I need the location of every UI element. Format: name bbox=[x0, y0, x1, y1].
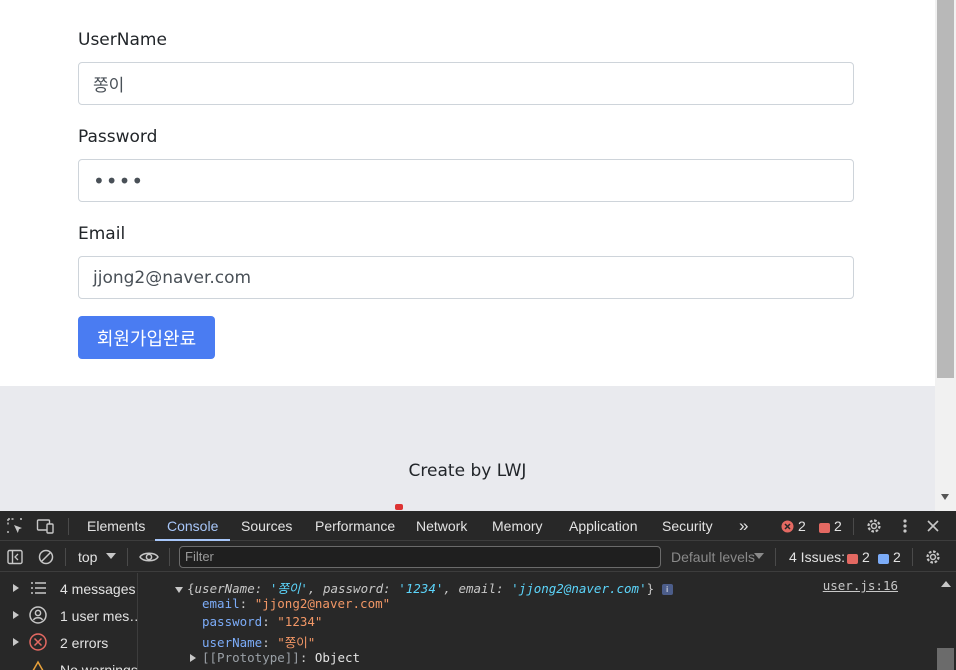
user-icon bbox=[29, 606, 47, 624]
tab-performance[interactable]: Performance bbox=[315, 511, 395, 541]
devtools-tab-bar: Elements Console Sources Performance Net… bbox=[0, 511, 956, 541]
device-toolbar-icon[interactable] bbox=[36, 517, 56, 535]
email-input[interactable]: jjong2@naver.com bbox=[78, 256, 854, 299]
page-footer: Create by LWJ bbox=[0, 386, 935, 511]
console-scrollbar-thumb[interactable] bbox=[937, 648, 954, 670]
console-prop-username[interactable]: userName: "쫑이" bbox=[202, 632, 315, 651]
expand-arrow-icon[interactable] bbox=[13, 611, 19, 619]
sidebar-item-label: 4 messages bbox=[60, 581, 136, 597]
console-toolbar: top Filter Default levels 4 Issues: 2 2 bbox=[0, 542, 956, 572]
email-label: Email bbox=[78, 224, 126, 244]
issues-info-count[interactable]: 2 bbox=[893, 542, 901, 572]
inspect-element-icon[interactable] bbox=[6, 517, 24, 535]
sidebar-item-label: No warnings bbox=[60, 662, 138, 670]
footer-icon bbox=[395, 504, 403, 510]
live-expression-eye-icon[interactable] bbox=[138, 548, 160, 566]
console-prop-password[interactable]: password: "1234" bbox=[202, 614, 322, 629]
issue-count[interactable]: 2 bbox=[834, 511, 842, 541]
console-prop-email[interactable]: email: "jjong2@naver.com" bbox=[202, 596, 390, 611]
page-scrollbar[interactable] bbox=[935, 0, 956, 511]
error-icon bbox=[29, 633, 47, 651]
tab-elements[interactable]: Elements bbox=[87, 511, 145, 541]
issue-badge-icon[interactable] bbox=[818, 521, 830, 533]
context-dropdown-icon[interactable] bbox=[106, 552, 116, 560]
tab-console[interactable]: Console bbox=[154, 511, 231, 541]
console-settings-gear-icon[interactable] bbox=[923, 547, 943, 567]
password-input[interactable]: •••• bbox=[78, 159, 854, 202]
footer-credit: Create by LWJ bbox=[408, 461, 527, 481]
console-output: {userName: '쫑이', password: '1234', email… bbox=[139, 573, 936, 670]
levels-chevron-down-icon[interactable] bbox=[754, 552, 764, 560]
tab-memory[interactable]: Memory bbox=[492, 511, 543, 541]
tab-security[interactable]: Security bbox=[662, 511, 713, 541]
sidebar-item-label: 1 user mes… bbox=[60, 608, 138, 624]
web-page: UserName 쫑이 Password •••• Email jjong2@n… bbox=[0, 0, 935, 511]
list-icon bbox=[29, 579, 47, 597]
log-levels-dropdown[interactable]: Default levels bbox=[671, 542, 755, 572]
tab-network[interactable]: Network bbox=[416, 511, 467, 541]
console-filter-input[interactable]: Filter bbox=[179, 546, 661, 568]
console-scrollbar[interactable] bbox=[936, 573, 956, 670]
expand-arrow-icon[interactable] bbox=[13, 638, 19, 646]
sidebar-toggle-icon[interactable] bbox=[6, 548, 24, 566]
issues-info-icon[interactable] bbox=[877, 552, 889, 564]
expand-arrow-icon[interactable] bbox=[13, 584, 19, 592]
scroll-down-arrow-icon[interactable] bbox=[941, 494, 949, 500]
username-input[interactable]: 쫑이 bbox=[78, 62, 854, 105]
console-sidebar: 4 messages 1 user mes… 2 errors No warni… bbox=[0, 573, 138, 670]
tab-application[interactable]: Application bbox=[569, 511, 638, 541]
source-link[interactable]: user.js:16 bbox=[823, 578, 898, 593]
info-icon[interactable]: i bbox=[661, 584, 673, 595]
sidebar-item-messages[interactable]: 4 messages bbox=[0, 575, 138, 602]
warning-icon bbox=[29, 660, 47, 670]
clear-console-icon[interactable] bbox=[37, 548, 55, 566]
collapse-arrow-icon[interactable] bbox=[175, 587, 183, 593]
sidebar-item-user-messages[interactable]: 1 user mes… bbox=[0, 602, 138, 629]
context-selector[interactable]: top bbox=[78, 542, 97, 572]
devtools-panel: Elements Console Sources Performance Net… bbox=[0, 511, 956, 670]
issues-error-count[interactable]: 2 bbox=[862, 542, 870, 572]
username-label: UserName bbox=[78, 30, 167, 50]
sidebar-item-label: 2 errors bbox=[60, 635, 109, 651]
close-devtools-icon[interactable] bbox=[925, 518, 941, 534]
console-log-object-summary[interactable]: {userName: '쫑이', password: '1234', email… bbox=[175, 578, 673, 597]
console-prop-prototype[interactable]: [[Prototype]]: Object bbox=[190, 650, 360, 665]
expand-arrow-icon[interactable] bbox=[190, 654, 196, 662]
issues-label[interactable]: 4 Issues: bbox=[789, 542, 845, 572]
error-count[interactable]: 2 bbox=[798, 511, 806, 541]
error-circle-icon[interactable] bbox=[781, 520, 794, 533]
sidebar-item-errors[interactable]: 2 errors bbox=[0, 629, 138, 656]
sidebar-item-warnings[interactable]: No warnings bbox=[0, 656, 138, 670]
scroll-up-arrow-icon[interactable] bbox=[941, 581, 951, 587]
signup-submit-button[interactable]: 회원가입완료 bbox=[78, 316, 215, 359]
issues-error-icon[interactable] bbox=[846, 552, 858, 564]
more-tabs-icon[interactable]: » bbox=[739, 511, 748, 541]
page-scrollbar-thumb[interactable] bbox=[937, 0, 954, 378]
more-options-icon[interactable] bbox=[898, 517, 912, 535]
password-label: Password bbox=[78, 127, 158, 147]
tab-sources[interactable]: Sources bbox=[241, 511, 292, 541]
settings-gear-icon[interactable] bbox=[864, 516, 884, 536]
